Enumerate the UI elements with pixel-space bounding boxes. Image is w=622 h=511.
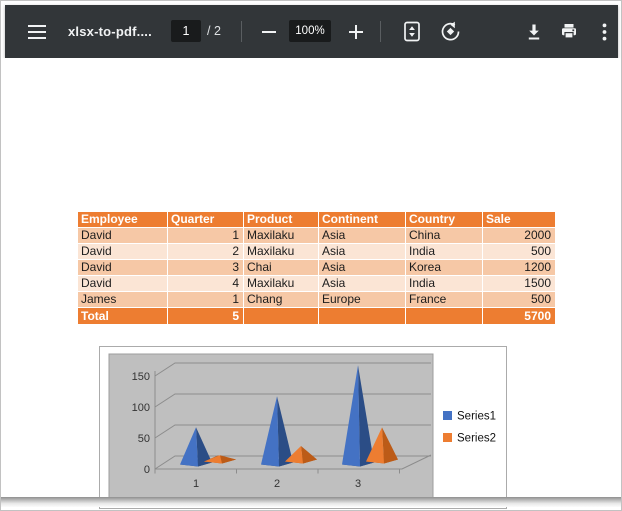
legend-swatch <box>443 433 452 442</box>
table-cell: China <box>406 228 483 244</box>
table-cell: David <box>78 276 168 292</box>
x-category-label: 2 <box>274 478 280 490</box>
table-cell: India <box>406 276 483 292</box>
table-cell: India <box>406 244 483 260</box>
pdf-toolbar: xlsx-to-pdf.... 1 / 2 100% <box>5 5 618 58</box>
table-cell <box>319 308 406 325</box>
table-cell: David <box>78 260 168 276</box>
legend-swatch <box>443 411 452 420</box>
table-cell: 5700 <box>483 308 556 325</box>
table-cell <box>244 308 319 325</box>
table-cell: 1500 <box>483 276 556 292</box>
table-row: David2MaxilakuAsiaIndia500 <box>78 244 556 260</box>
table-cell: Chai <box>244 260 319 276</box>
table-cell: 1 <box>168 228 244 244</box>
column-header: Country <box>406 212 483 228</box>
y-tick-label: 0 <box>144 464 150 476</box>
plus-icon <box>349 25 363 39</box>
table-cell: 2000 <box>483 228 556 244</box>
table-cell: 5 <box>168 308 244 325</box>
pyramid-chart: 0 50 100 150 1 2 3 Series1 Series2 <box>99 346 507 509</box>
toolbar-separator <box>380 21 381 42</box>
column-header: Product <box>244 212 319 228</box>
fit-page-button[interactable] <box>399 18 425 45</box>
hamburger-icon <box>28 25 46 39</box>
table-cell: David <box>78 228 168 244</box>
table-cell: Europe <box>319 292 406 308</box>
x-category-label: 3 <box>355 478 361 490</box>
y-tick-label: 50 <box>138 433 150 445</box>
table-cell: Chang <box>244 292 319 308</box>
table-cell: David <box>78 244 168 260</box>
table-cell: Asia <box>319 276 406 292</box>
table-cell: Maxilaku <box>244 228 319 244</box>
table-cell: Maxilaku <box>244 244 319 260</box>
table-header-row: EmployeeQuarterProductContinentCountrySa… <box>78 212 556 228</box>
table-cell: France <box>406 292 483 308</box>
column-header: Employee <box>78 212 168 228</box>
column-header: Quarter <box>168 212 244 228</box>
download-button[interactable] <box>521 18 547 45</box>
download-icon <box>525 23 543 41</box>
x-category-label: 1 <box>193 478 199 490</box>
document-title: xlsx-to-pdf.... <box>68 5 152 58</box>
table-cell: Asia <box>319 244 406 260</box>
table-row: James1ChangEuropeFrance500 <box>78 292 556 308</box>
print-button[interactable] <box>556 18 582 45</box>
pdf-page: EmployeeQuarterProductContinentCountrySa… <box>2 58 620 497</box>
table-cell: 1 <box>168 292 244 308</box>
table-total-row: Total5 5700 <box>78 308 556 325</box>
rotate-button[interactable] <box>437 18 463 45</box>
table-cell: Asia <box>319 228 406 244</box>
y-tick-label: 150 <box>132 371 150 383</box>
zoom-in-button[interactable] <box>343 18 369 45</box>
menu-button[interactable] <box>24 18 50 45</box>
zoom-level-input[interactable]: 100% <box>289 20 331 42</box>
table-cell: Total <box>78 308 168 325</box>
minus-icon <box>262 31 276 33</box>
table-row: David4MaxilakuAsiaIndia1500 <box>78 276 556 292</box>
print-icon <box>560 23 578 41</box>
page-bottom-edge <box>1 497 621 507</box>
column-header: Sale <box>483 212 556 228</box>
column-header: Continent <box>319 212 406 228</box>
table-row: David3ChaiAsiaKorea1200 <box>78 260 556 276</box>
table-row: David1MaxilakuAsiaChina2000 <box>78 228 556 244</box>
table-cell: 2 <box>168 244 244 260</box>
page-number-input[interactable]: 1 <box>171 20 201 42</box>
table-cell: 500 <box>483 244 556 260</box>
rotate-counterclockwise-icon <box>440 21 461 42</box>
table-cell <box>406 308 483 325</box>
table-cell: James <box>78 292 168 308</box>
more-options-button[interactable] <box>591 18 617 45</box>
toolbar-separator <box>241 21 242 42</box>
fit-to-page-icon <box>402 21 422 42</box>
spreadsheet-table: EmployeeQuarterProductContinentCountrySa… <box>77 211 556 325</box>
table-cell: Asia <box>319 260 406 276</box>
page-count-label: / 2 <box>207 5 221 58</box>
zoom-out-button[interactable] <box>256 18 282 45</box>
kebab-menu-icon <box>602 23 607 41</box>
pdf-viewer-window: xlsx-to-pdf.... 1 / 2 100% <box>0 0 622 511</box>
y-tick-label: 100 <box>132 402 150 414</box>
table-cell: Korea <box>406 260 483 276</box>
table-cell: 1200 <box>483 260 556 276</box>
legend-label: Series2 <box>457 433 496 445</box>
table-cell: 500 <box>483 292 556 308</box>
table-cell: 4 <box>168 276 244 292</box>
table-cell: Maxilaku <box>244 276 319 292</box>
legend-label: Series1 <box>457 411 496 423</box>
table-cell: 3 <box>168 260 244 276</box>
chart-canvas: 0 50 100 150 1 2 3 Series1 Series2 <box>100 347 506 508</box>
